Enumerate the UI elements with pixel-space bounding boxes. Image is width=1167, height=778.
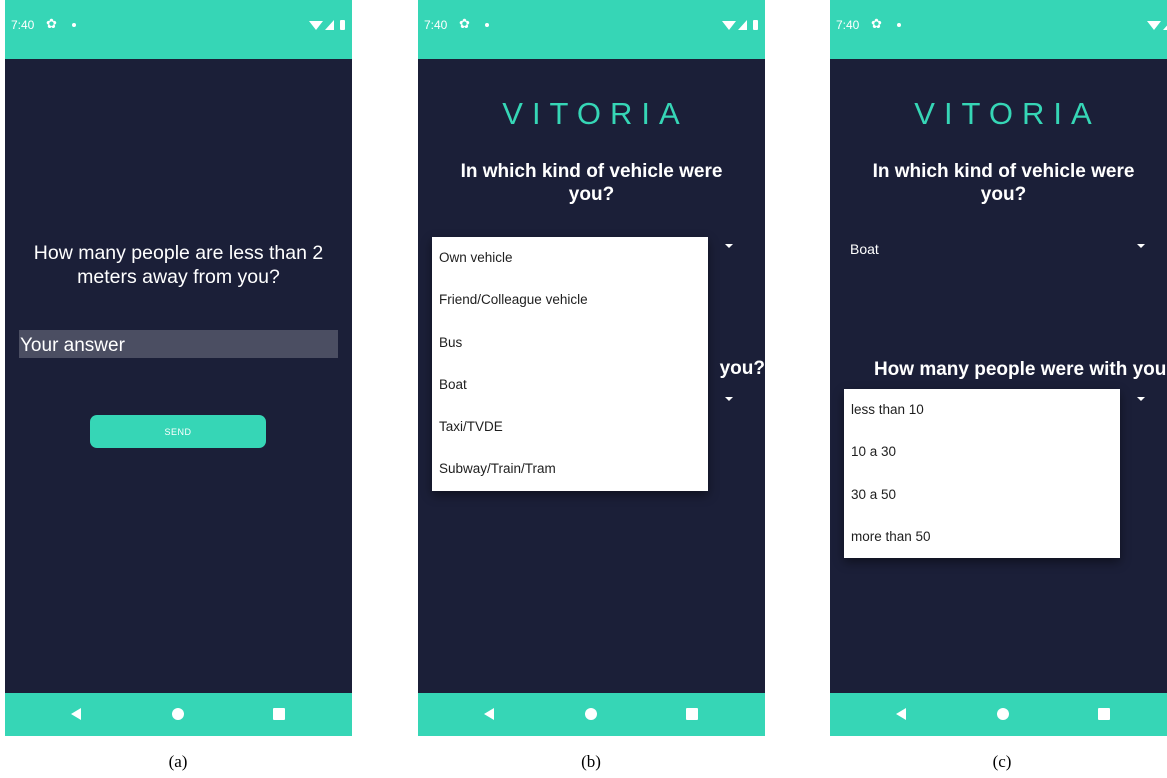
signal-icon [325,20,334,30]
battery-icon [753,20,758,30]
people-dropdown-menu: less than 10 10 a 30 30 a 50 more than 5… [844,389,1120,558]
back-icon[interactable] [71,708,81,720]
status-bar: 7:40 ✿ [418,0,765,59]
question-vehicle: In which kind of vehicle were you? [872,161,1135,205]
recent-apps-icon[interactable] [1098,708,1110,720]
gear-icon: ✿ [46,16,57,31]
notification-dot-icon [72,23,76,27]
app-brand-title: VITORIA [914,96,1101,131]
status-icons [1147,21,1167,30]
battery-icon [340,20,345,30]
status-time: 7:40 [424,18,448,32]
wifi-icon [722,21,736,30]
caption-a: (a) [168,752,188,771]
signal-icon [738,20,747,30]
question-people-partial: you? [719,358,765,379]
question-vehicle: In which kind of vehicle were you? [460,161,723,205]
menu-item-boat[interactable]: Boat [432,364,708,406]
navigation-bar [5,693,352,736]
status-icons [309,20,345,30]
home-icon[interactable] [585,708,597,720]
status-icons [722,20,758,30]
wifi-icon [309,21,323,30]
wifi-icon [1147,21,1161,30]
vehicle-dropdown-menu: Own vehicle Friend/Colleague vehicle Bus… [432,237,708,491]
menu-item-taxi-tvde[interactable]: Taxi/TVDE [432,406,708,448]
answer-input[interactable] [19,330,338,358]
menu-item-10-a-30[interactable]: 10 a 30 [844,431,1120,473]
navigation-bar [418,693,765,736]
recent-apps-icon[interactable] [273,708,285,720]
navigation-bar [830,693,1167,736]
dropdown-arrow-icon[interactable] [725,244,733,248]
back-icon[interactable] [896,708,906,720]
status-bar: 7:40 ✿ [830,0,1167,59]
menu-item-more-than-50[interactable]: more than 50 [844,516,1120,558]
screen-c-phone: 7:40 ✿ VITORIA In which kind of vehicle … [830,0,1167,736]
caption-c: (c) [992,752,1012,771]
question-people-count: How many people were with you? [873,359,1167,380]
menu-item-bus[interactable]: Bus [432,322,708,364]
dropdown-arrow-icon[interactable] [1137,397,1145,401]
notification-dot-icon [485,23,489,27]
menu-item-30-a-50[interactable]: 30 a 50 [844,474,1120,516]
home-icon[interactable] [172,708,184,720]
status-time: 7:40 [836,18,860,32]
notification-dot-icon [897,23,901,27]
menu-item-friend-colleague-vehicle[interactable]: Friend/Colleague vehicle [432,279,708,321]
home-icon[interactable] [997,708,1009,720]
send-button[interactable]: SEND [90,415,266,448]
question-people-nearby: How many people are less than 2 meters a… [33,242,324,288]
gear-icon: ✿ [871,16,882,31]
menu-item-own-vehicle[interactable]: Own vehicle [432,237,708,279]
dropdown-arrow-icon[interactable] [1137,244,1145,248]
gear-icon: ✿ [459,16,470,31]
screen-b-phone: 7:40 ✿ VITORIA In which kind of vehicle … [418,0,765,736]
screen-a-phone: 7:40 ✿ How many people are less than 2 m… [5,0,352,736]
signal-icon [1163,25,1167,30]
menu-item-less-than-10[interactable]: less than 10 [844,389,1120,431]
caption-b: (b) [581,752,601,771]
dropdown-arrow-icon[interactable] [725,397,733,401]
app-brand-title: VITORIA [502,96,689,131]
recent-apps-icon[interactable] [686,708,698,720]
vehicle-select-value[interactable]: Boat [850,241,879,257]
back-icon[interactable] [484,708,494,720]
status-time: 7:40 [11,18,35,32]
menu-item-subway-train-tram[interactable]: Subway/Train/Tram [432,448,708,490]
status-bar: 7:40 ✿ [5,0,352,59]
